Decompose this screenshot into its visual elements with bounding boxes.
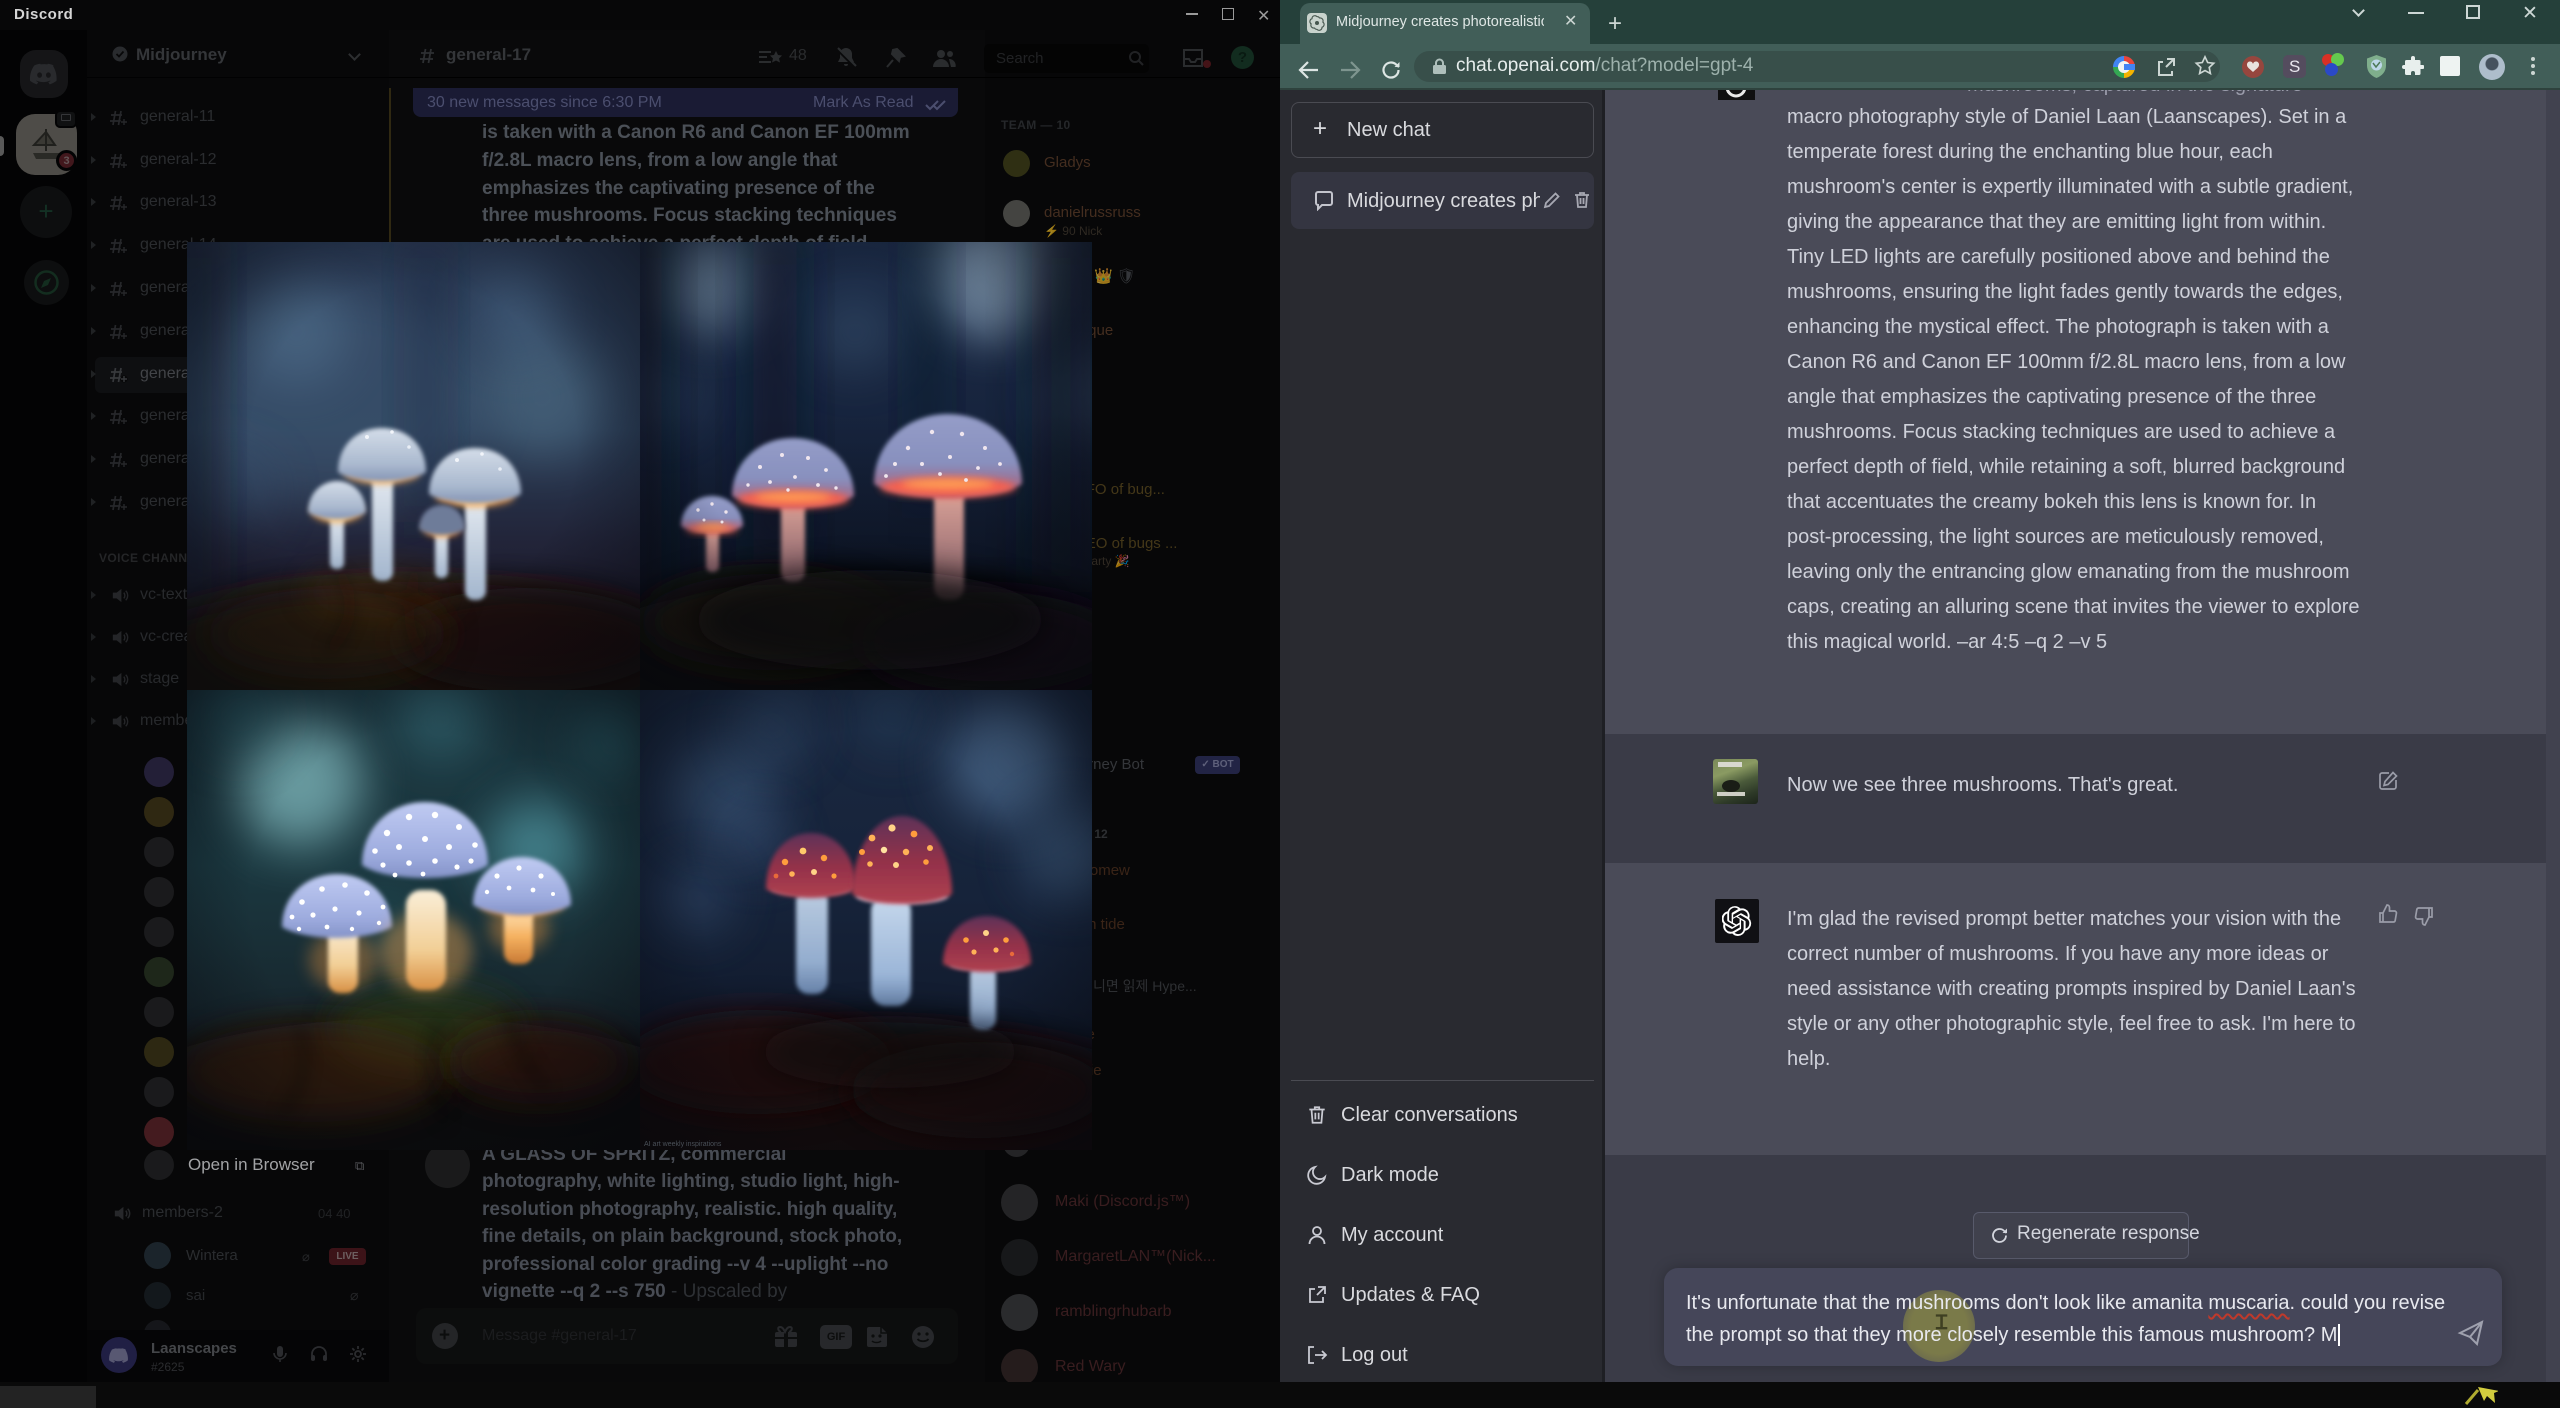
svg-text:AI art weekly inspirations: AI art weekly inspirations <box>644 1141 722 1148</box>
